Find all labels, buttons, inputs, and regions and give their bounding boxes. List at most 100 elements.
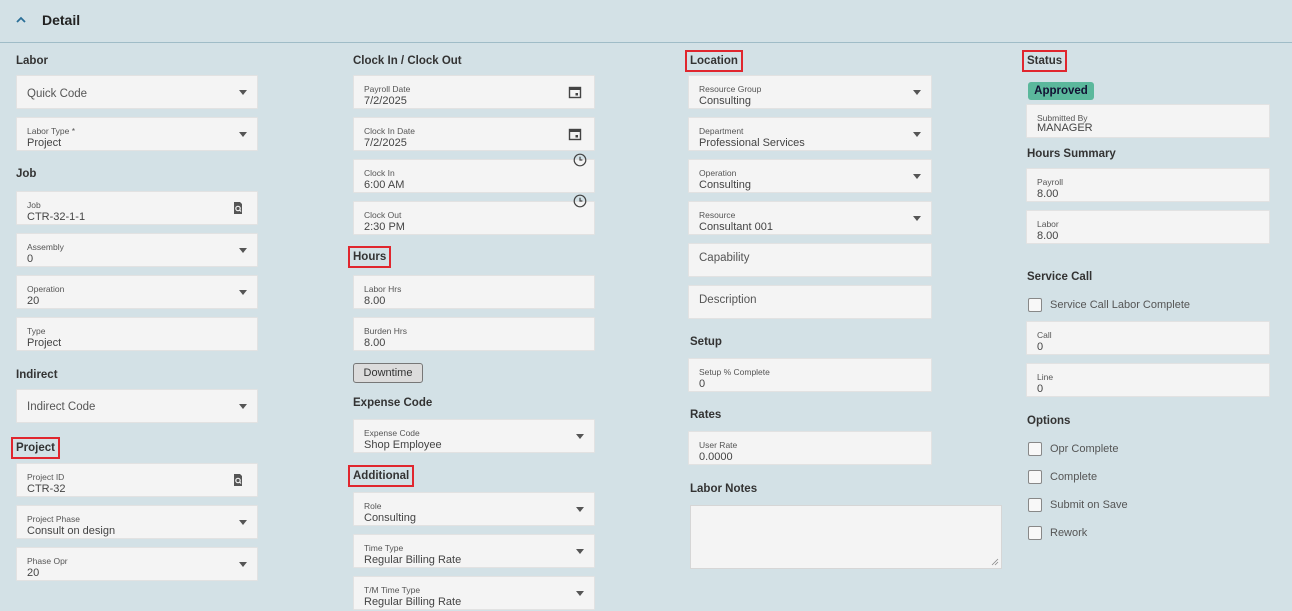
project-phase-value: Consult on design [27, 525, 116, 537]
submitted-by-field: Submitted By MANAGER [1026, 104, 1270, 138]
setup-complete-value: 0 [699, 378, 706, 390]
indirect-heading: Indirect [16, 369, 58, 381]
complete-checkbox[interactable] [1028, 470, 1042, 484]
payroll-field: Payroll 8.00 [1026, 168, 1270, 202]
resource-group-label: Resource Group [699, 84, 762, 94]
tm-time-type-select[interactable]: T/M Time Type Regular Billing Rate [353, 576, 595, 610]
search-doc-icon[interactable] [231, 201, 245, 215]
job-field[interactable]: Job CTR-32-1-1 [16, 191, 258, 225]
calendar-icon[interactable] [568, 85, 582, 99]
labor-hrs-label: Labor Hrs [364, 284, 402, 294]
clock-out-field[interactable]: Clock Out 2:30 PM [353, 201, 595, 235]
line-label: Line [1037, 372, 1054, 382]
line-field[interactable]: Line 0 [1026, 363, 1270, 397]
labor-notes-textarea[interactable] [690, 505, 1002, 569]
chevron-down-icon [239, 404, 247, 409]
clock-icon[interactable] [573, 153, 587, 167]
chevron-down-icon [913, 90, 921, 95]
call-value: 0 [1037, 341, 1044, 353]
indirect-code-select[interactable]: Indirect Code [16, 389, 258, 423]
labor-type-label: Labor Type * [27, 126, 76, 136]
labor-hrs-field[interactable]: Labor Hrs 8.00 [353, 275, 595, 309]
rework-label: Rework [1050, 527, 1088, 539]
labor-type-select[interactable]: Labor Type * Project [16, 117, 258, 151]
section-title: Detail [42, 12, 81, 28]
labor-summary-value: 8.00 [1037, 230, 1059, 242]
resource-label: Resource [699, 210, 736, 220]
user-rate-field[interactable]: User Rate 0.0000 [688, 431, 932, 465]
submit-on-save-checkbox[interactable] [1028, 498, 1042, 512]
chevron-down-icon [239, 248, 247, 253]
resource-group-value: Consulting [699, 95, 751, 107]
expense-code-select[interactable]: Expense Code Shop Employee [353, 419, 595, 453]
chevron-down-icon [576, 591, 584, 596]
time-type-value: Regular Billing Rate [364, 554, 462, 566]
clock-in-date-field[interactable]: Clock In Date 7/2/2025 [353, 117, 595, 151]
expense-code-label: Expense Code [364, 428, 420, 438]
labor-notes-heading: Labor Notes [690, 483, 758, 495]
status-heading: Status [1021, 50, 1068, 72]
role-label: Role [364, 501, 382, 511]
submit-on-save-label: Submit on Save [1050, 499, 1128, 511]
resize-grip-icon[interactable] [991, 558, 999, 566]
chevron-down-icon [576, 434, 584, 439]
clock-in-field[interactable]: Clock In 6:00 AM [353, 159, 595, 193]
department-select[interactable]: Department Professional Services [688, 117, 932, 151]
project-id-field[interactable]: Project ID CTR-32 [16, 463, 258, 497]
description-input[interactable]: Description [688, 285, 932, 319]
assembly-value: 0 [27, 253, 34, 265]
project-phase-select[interactable]: Project Phase Consult on design [16, 505, 258, 539]
resource-group-select[interactable]: Resource Group Consulting [688, 75, 932, 109]
type-label: Type [27, 326, 46, 336]
assembly-label: Assembly [27, 242, 64, 252]
submitted-by-value: MANAGER [1037, 122, 1093, 134]
call-field[interactable]: Call 0 [1026, 321, 1270, 355]
burden-hrs-field[interactable]: Burden Hrs 8.00 [353, 317, 595, 351]
operation-select[interactable]: Operation 20 [16, 275, 258, 309]
rates-heading: Rates [690, 409, 722, 421]
detail-header[interactable]: Detail [0, 0, 1292, 43]
quick-code-select[interactable]: Quick Code [16, 75, 258, 109]
chevron-down-icon [576, 507, 584, 512]
labor-summary-label: Labor [1037, 219, 1059, 229]
setup-complete-label: Setup % Complete [699, 367, 770, 377]
expense-code-heading: Expense Code [353, 397, 433, 409]
role-select[interactable]: Role Consulting [353, 492, 595, 526]
chevron-down-icon [913, 216, 921, 221]
setup-heading: Setup [690, 336, 722, 348]
time-type-select[interactable]: Time Type Regular Billing Rate [353, 534, 595, 568]
payroll-date-label: Payroll Date [364, 84, 411, 94]
line-value: 0 [1037, 383, 1044, 395]
job-value: CTR-32-1-1 [27, 211, 86, 223]
setup-complete-field[interactable]: Setup % Complete 0 [688, 358, 932, 392]
opr-complete-checkbox[interactable] [1028, 442, 1042, 456]
service-call-labor-complete-checkbox[interactable] [1028, 298, 1042, 312]
rework-checkbox[interactable] [1028, 526, 1042, 540]
phase-opr-value: 20 [27, 567, 40, 579]
hours-summary-heading: Hours Summary [1027, 148, 1116, 160]
capability-input[interactable]: Capability [688, 243, 932, 277]
chevron-up-icon[interactable] [14, 13, 28, 27]
operation-label: Operation [27, 284, 65, 294]
payroll-date-field[interactable]: Payroll Date 7/2/2025 [353, 75, 595, 109]
chevron-down-icon [239, 520, 247, 525]
tm-time-type-label: T/M Time Type [364, 585, 421, 595]
search-doc-icon[interactable] [231, 473, 245, 487]
type-value: Project [27, 337, 62, 349]
location-operation-select[interactable]: Operation Consulting [688, 159, 932, 193]
clock-icon[interactable] [573, 194, 587, 208]
payroll-value: 8.00 [1037, 188, 1059, 200]
operation-value: 20 [27, 295, 40, 307]
calendar-icon[interactable] [568, 127, 582, 141]
chevron-down-icon [913, 132, 921, 137]
indirect-code-placeholder: Indirect Code [27, 401, 96, 413]
clock-in-value: 6:00 AM [364, 179, 405, 191]
chevron-down-icon [239, 562, 247, 567]
assembly-select[interactable]: Assembly 0 [16, 233, 258, 267]
resource-select[interactable]: Resource Consultant 001 [688, 201, 932, 235]
call-label: Call [1037, 330, 1052, 340]
phase-opr-select[interactable]: Phase Opr 20 [16, 547, 258, 581]
job-heading: Job [16, 168, 37, 180]
downtime-button[interactable]: Downtime [353, 363, 423, 383]
burden-hrs-value: 8.00 [364, 337, 386, 349]
